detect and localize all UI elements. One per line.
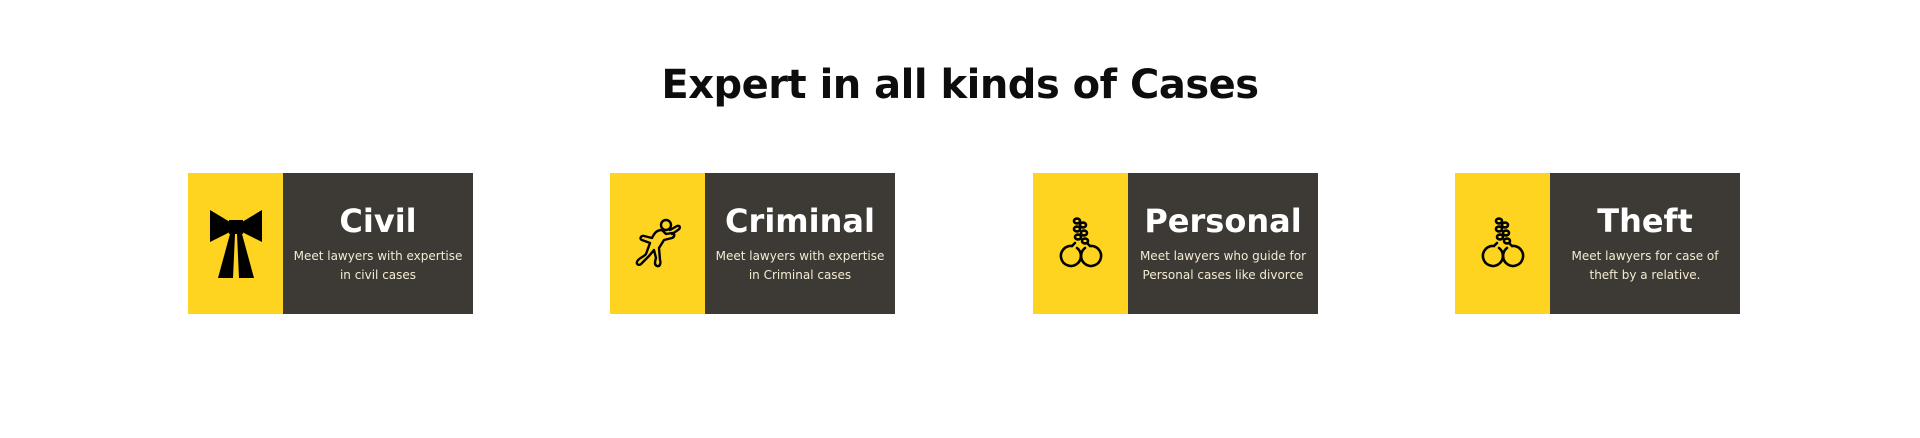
card-title: Theft — [1597, 201, 1693, 240]
crime-scene-body-icon — [630, 216, 686, 272]
handcuffs-icon — [1053, 216, 1109, 272]
card-icon-box — [610, 173, 705, 314]
case-card-theft[interactable]: Theft Meet lawyers for case of theft by … — [1455, 173, 1740, 314]
card-body: Theft Meet lawyers for case of theft by … — [1550, 173, 1740, 314]
card-description: Meet lawyers with expertise in Criminal … — [715, 248, 885, 282]
case-card-personal[interactable]: Personal Meet lawyers who guide for Pers… — [1033, 173, 1318, 314]
card-description: Meet lawyers who guide for Personal case… — [1139, 248, 1307, 282]
card-icon-box — [1455, 173, 1550, 314]
card-icon-box — [188, 173, 283, 314]
case-card-civil[interactable]: Civil Meet lawyers with expertise in civ… — [188, 173, 473, 314]
lawyer-band-icon — [208, 208, 264, 280]
card-body: Civil Meet lawyers with expertise in civ… — [283, 173, 473, 314]
handcuffs-icon — [1475, 216, 1531, 272]
case-card-criminal[interactable]: Criminal Meet lawyers with expertise in … — [610, 173, 895, 314]
card-body: Criminal Meet lawyers with expertise in … — [705, 173, 895, 314]
card-title: Civil — [339, 201, 417, 240]
card-icon-box — [1033, 173, 1128, 314]
card-title: Criminal — [725, 201, 875, 240]
case-types-section: Expert in all kinds of Cases Civil Meet … — [0, 0, 1920, 438]
card-description: Meet lawyers for case of theft by a rela… — [1571, 248, 1719, 282]
section-title: Expert in all kinds of Cases — [661, 62, 1259, 108]
card-title: Personal — [1144, 201, 1302, 240]
card-body: Personal Meet lawyers who guide for Pers… — [1128, 173, 1318, 314]
card-description: Meet lawyers with expertise in civil cas… — [293, 248, 463, 282]
